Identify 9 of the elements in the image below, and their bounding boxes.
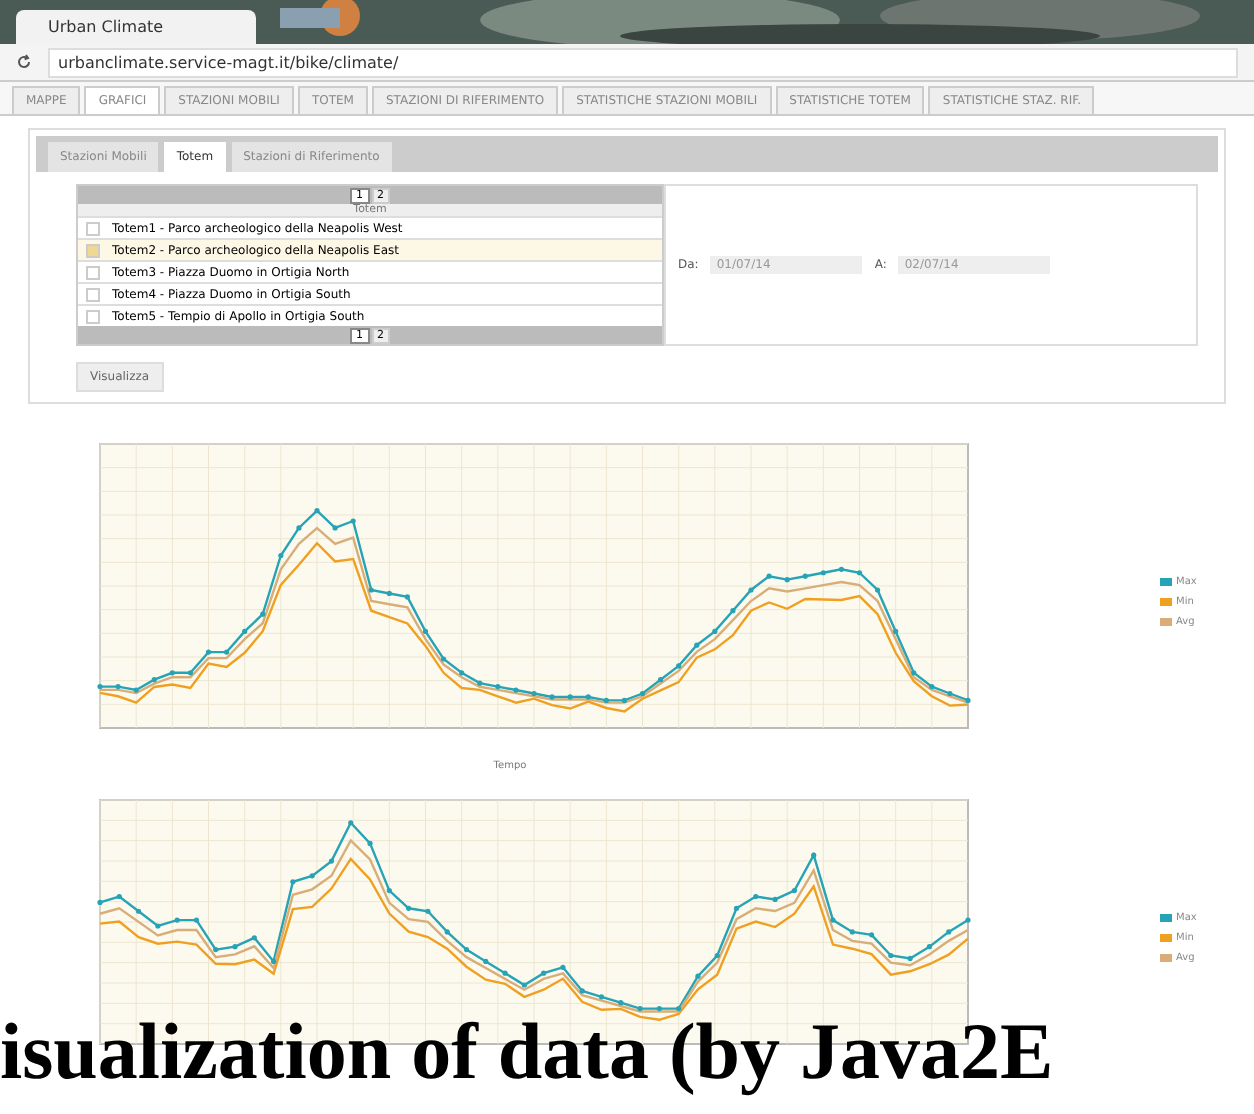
- row-checkbox[interactable]: [86, 221, 100, 235]
- row-checkbox[interactable]: [86, 287, 100, 301]
- address-bar[interactable]: urbanclimate.service-magt.it/bike/climate/: [48, 47, 1238, 77]
- row-checkbox[interactable]: [86, 265, 100, 279]
- row-checkbox[interactable]: [86, 243, 100, 257]
- slide-caption: isualization of data (by Java2E: [0, 1012, 1056, 1092]
- browser-tab[interactable]: Urban Climate: [16, 10, 256, 44]
- row-checkbox[interactable]: [86, 309, 100, 323]
- reload-icon[interactable]: [16, 54, 32, 70]
